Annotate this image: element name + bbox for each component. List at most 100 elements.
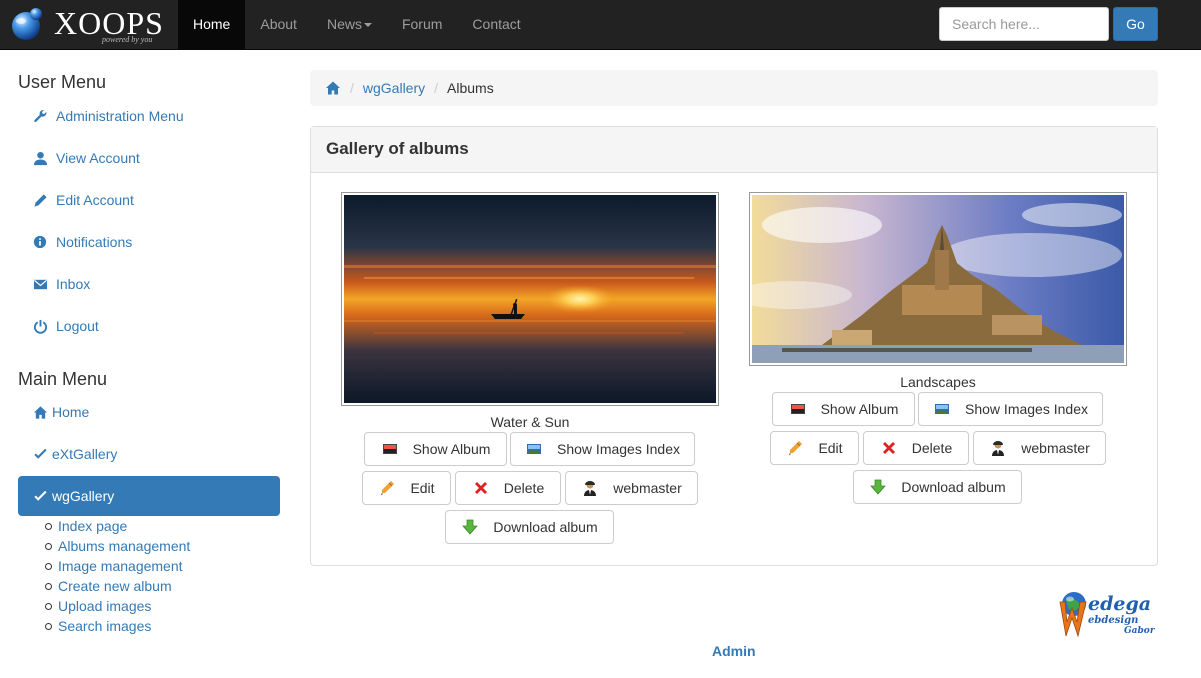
show-images-index-button[interactable]: Show Images Index (918, 392, 1103, 426)
pencil-icon (786, 439, 804, 457)
nav-about[interactable]: About (245, 0, 312, 49)
menu-item-label: Inbox (56, 276, 91, 292)
menu-item-administration[interactable]: Administration Menu (18, 96, 280, 136)
home-icon[interactable] (325, 80, 341, 96)
album-thumb-icon (789, 400, 807, 418)
user-menu-title: User Menu (18, 72, 107, 92)
submenu-item-albums-management[interactable]: Albums management (44, 538, 190, 558)
user-avatar-icon (989, 439, 1007, 457)
button-label: Delete (911, 440, 953, 456)
nav-news-label: News (326, 16, 362, 32)
button-label: Edit (818, 440, 843, 456)
search-input[interactable] (939, 7, 1109, 41)
menu-item-home[interactable]: Home (18, 392, 280, 432)
album-thumb-icon (381, 440, 399, 458)
submenu-item-index-page[interactable]: Index page (44, 518, 190, 538)
envelope-icon (32, 276, 48, 292)
panel-title: Gallery of albums (311, 127, 1157, 173)
menu-item-label: View Account (56, 150, 140, 166)
button-label: Delete (503, 480, 545, 496)
breadcrumb-link-wggallery[interactable]: wgGallery (363, 80, 425, 96)
submenu-item-upload-images[interactable]: Upload images (44, 598, 190, 618)
button-label: Show Images Index (557, 441, 680, 457)
menu-item-edit-account[interactable]: Edit Account (18, 180, 280, 220)
button-label: Show Images Index (965, 401, 1088, 417)
submenu-item-create-album[interactable]: Create new album (44, 578, 190, 598)
button-label: Edit (410, 480, 435, 496)
svg-text:edega: edega (1088, 593, 1151, 615)
nav-news[interactable]: News (312, 0, 387, 49)
menu-item-label: Edit Account (56, 192, 134, 208)
download-album-button[interactable]: Download album (853, 470, 1022, 504)
svg-text:Gabor: Gabor (1124, 626, 1156, 636)
user-icon (32, 150, 48, 166)
menu-item-logout[interactable]: Logout (18, 306, 280, 346)
menu-item-notifications[interactable]: Notifications (18, 222, 280, 262)
breadcrumb-separator: / (350, 80, 354, 96)
download-arrow-icon (869, 478, 887, 496)
button-label: Download album (493, 519, 598, 535)
album-thumbnail-water-sun[interactable] (341, 192, 719, 406)
button-label: Show Album (820, 401, 899, 417)
edit-button[interactable]: Edit (770, 431, 859, 465)
nav-home[interactable]: Home (178, 0, 246, 49)
menu-item-label: Home (52, 404, 90, 420)
button-label: Show Album (412, 441, 491, 457)
show-album-button[interactable]: Show Album (772, 392, 915, 426)
show-album-button[interactable]: Show Album (364, 432, 507, 466)
delete-button[interactable]: Delete (863, 431, 969, 465)
landscape-thumb-icon (525, 440, 543, 458)
caret-down-icon (363, 23, 372, 28)
menu-item-label: Administration Menu (56, 108, 184, 124)
xoops-logo[interactable]: XOOPS powered by you (8, 4, 168, 46)
admin-link[interactable]: Admin (712, 643, 756, 659)
menu-item-extgallery[interactable]: eXtGallery (18, 434, 280, 474)
home-icon (32, 404, 48, 420)
logo-orb-icon (12, 8, 42, 40)
delete-x-icon (880, 439, 898, 457)
submenu-item-image-management[interactable]: Image management (44, 558, 190, 578)
button-label: Download album (901, 479, 1006, 495)
top-navbar: XOOPS powered by you Home About News For… (0, 0, 1201, 50)
power-icon (32, 318, 48, 334)
sunset-image (344, 195, 716, 403)
nav-forum[interactable]: Forum (387, 0, 457, 49)
owner-button[interactable]: webmaster (973, 431, 1106, 465)
menu-item-inbox[interactable]: Inbox (18, 264, 280, 304)
wedega-logo-graphic: edega ebdesign Gabor (1059, 592, 1156, 638)
search-go-button[interactable]: Go (1113, 7, 1158, 41)
edit-button[interactable]: Edit (362, 471, 451, 505)
svg-text:ebdesign: ebdesign (1088, 615, 1138, 626)
owner-button[interactable]: webmaster (565, 471, 698, 505)
check-icon (32, 488, 48, 504)
button-label: webmaster (1021, 440, 1090, 456)
delete-button[interactable]: Delete (455, 471, 561, 505)
show-images-index-button[interactable]: Show Images Index (510, 432, 695, 466)
brand-tagline: powered by you (102, 35, 153, 44)
delete-x-icon (472, 479, 490, 497)
menu-item-view-account[interactable]: View Account (18, 138, 280, 178)
album-thumbnail-landscapes[interactable] (749, 192, 1127, 366)
breadcrumb-separator: / (434, 80, 439, 96)
menu-item-label: Logout (56, 318, 99, 334)
album-name: Water & Sun (490, 414, 570, 430)
user-avatar-icon (581, 479, 599, 497)
pencil-icon (378, 479, 396, 497)
submenu-item-search-images[interactable]: Search images (44, 618, 190, 638)
menu-item-label: Notifications (56, 234, 133, 250)
breadcrumb-current: Albums (447, 80, 494, 96)
pencil-icon (32, 192, 48, 208)
main-nav: Home About News Forum Contact (178, 0, 536, 50)
main-menu-title: Main Menu (18, 369, 108, 389)
castle-image (752, 195, 1124, 363)
album-name: Landscapes (900, 374, 976, 390)
menu-item-label: eXtGallery (52, 446, 118, 462)
check-icon (32, 446, 48, 462)
menu-item-wggallery[interactable]: wgGallery (18, 476, 280, 516)
landscape-thumb-icon (933, 400, 951, 418)
wggallery-submenu: Index page Albums management Image manag… (44, 518, 190, 638)
download-album-button[interactable]: Download album (445, 510, 614, 544)
nav-contact[interactable]: Contact (457, 0, 535, 49)
info-icon (32, 234, 48, 250)
wedega-logo[interactable]: edega ebdesign Gabor (1058, 588, 1158, 640)
